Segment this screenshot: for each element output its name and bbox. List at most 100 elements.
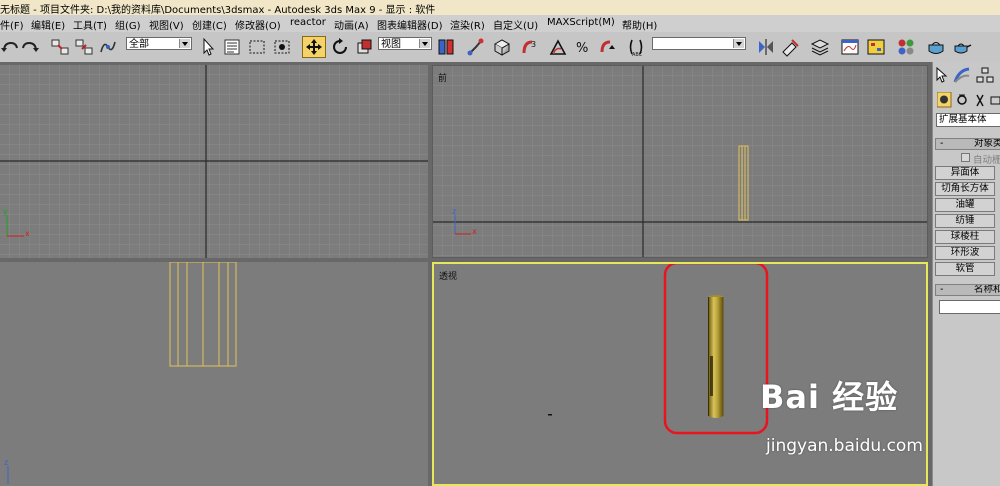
redo-icon[interactable]	[20, 37, 40, 57]
object-category-row	[937, 92, 1000, 108]
select-and-scale-icon[interactable]	[354, 37, 374, 57]
svg-text:3: 3	[531, 40, 536, 49]
keyboard-shortcut-override-icon[interactable]	[492, 37, 512, 57]
chevron-down-icon	[733, 39, 744, 48]
gengon-button[interactable]: 球棱柱	[935, 230, 995, 244]
menu-reactor[interactable]: reactor	[290, 17, 326, 28]
spinner-snap-icon[interactable]	[598, 37, 618, 57]
schematic-view-icon[interactable]	[866, 37, 886, 57]
axis-y-label: y	[3, 207, 8, 216]
reference-coord-value: 视图	[381, 39, 401, 50]
main-toolbar: 全部 视图 3 % ABC	[0, 32, 1000, 63]
reference-coord-dropdown[interactable]: 视图	[378, 37, 432, 50]
bind-space-warp-icon[interactable]	[98, 37, 118, 57]
menu-animation[interactable]: 动画(A)	[334, 17, 369, 32]
select-and-rotate-icon[interactable]	[330, 37, 350, 57]
axis-x-label: x	[472, 227, 477, 236]
menu-customize[interactable]: 自定义(U)	[493, 17, 538, 32]
category-dropdown[interactable]: 扩展基本体	[936, 113, 1000, 127]
menu-modifiers[interactable]: 修改器(O)	[235, 17, 281, 32]
angle-snap-icon[interactable]	[548, 37, 568, 57]
undo-icon[interactable]	[0, 37, 20, 57]
cameras-category-icon[interactable]	[990, 96, 1000, 105]
svg-text:ABC: ABC	[632, 52, 643, 57]
rectangular-selection-icon[interactable]	[247, 37, 267, 57]
menu-bar: 件(F) 编辑(E) 工具(T) 组(G) 视图(V) 创建(C) 修改器(O)…	[0, 15, 1000, 33]
select-and-link-icon[interactable]	[50, 37, 70, 57]
lights-category-icon[interactable]	[976, 94, 984, 107]
viewport-left[interactable]: z	[0, 262, 428, 486]
rollout-title: 名称和	[974, 284, 1000, 295]
chamfer-box-button[interactable]: 切角长方体	[935, 182, 995, 196]
rollout-collapse-icon: -	[940, 284, 944, 295]
ringwave-button[interactable]: 环形波	[935, 246, 995, 260]
viewport-front-label[interactable]: 前	[438, 71, 447, 84]
edit-named-selection-icon[interactable]: ABC	[626, 37, 646, 57]
use-pivot-center-icon[interactable]	[436, 37, 456, 57]
selection-filter-dropdown[interactable]: 全部	[126, 37, 192, 50]
curve-editor-icon[interactable]	[840, 37, 860, 57]
hierarchy-tab-icon[interactable]	[976, 67, 994, 83]
mirror-icon[interactable]	[756, 37, 776, 57]
spindle-button[interactable]: 纺锤	[935, 214, 995, 228]
viewport-top[interactable]: y x	[0, 65, 428, 258]
modify-tab-icon[interactable]	[953, 67, 970, 83]
unlink-selection-icon[interactable]	[74, 37, 94, 57]
axis-z-label: z	[452, 207, 457, 216]
axis-x-label: x	[25, 229, 30, 238]
menu-create[interactable]: 创建(C)	[192, 17, 227, 32]
tube-object	[708, 295, 724, 418]
pivot-marker	[548, 414, 552, 416]
layer-manager-icon[interactable]	[810, 37, 830, 57]
quick-render-icon[interactable]	[952, 37, 972, 57]
object-name-input[interactable]	[939, 300, 1000, 314]
menu-rendering[interactable]: 渲染(R)	[450, 17, 485, 32]
chevron-down-icon	[179, 39, 190, 48]
top-grid	[0, 65, 428, 258]
menu-help[interactable]: 帮助(H)	[622, 17, 657, 32]
select-and-move-button[interactable]	[302, 36, 326, 58]
category-value: 扩展基本体	[939, 114, 987, 125]
left-view-canvas	[0, 262, 428, 486]
move-arrows-icon	[306, 39, 322, 55]
front-grid	[433, 66, 927, 257]
select-and-manipulate-icon[interactable]	[466, 37, 486, 57]
baidu-jingyan-watermark: Bai 经验 jingyan.baidu.com	[760, 372, 980, 462]
panel-tabs	[936, 66, 994, 83]
material-editor-icon[interactable]	[896, 37, 916, 57]
rollout-collapse-icon: -	[940, 138, 944, 149]
name-color-rollout-header[interactable]: - 名称和	[935, 284, 1000, 296]
hedra-button[interactable]: 异面体	[935, 166, 995, 180]
menu-tools[interactable]: 工具(T)	[73, 17, 107, 32]
select-object-icon[interactable]	[198, 37, 218, 57]
hose-button[interactable]: 软管	[935, 262, 995, 276]
menu-group[interactable]: 组(G)	[115, 17, 141, 32]
window-crossing-icon[interactable]	[272, 37, 292, 57]
viewport-front[interactable]: 前 z x	[432, 65, 928, 258]
snaps-toggle-icon[interactable]: 3	[520, 37, 540, 57]
menu-graph-editors[interactable]: 图表编辑器(D)	[377, 17, 443, 32]
menu-file[interactable]: 件(F)	[0, 17, 24, 32]
chevron-down-icon	[419, 39, 430, 48]
align-icon[interactable]	[780, 37, 800, 57]
watermark-logo: Bai 经验	[760, 378, 899, 416]
percent-snap-icon[interactable]: %	[574, 37, 594, 57]
render-scene-icon[interactable]	[926, 37, 946, 57]
viewport-perspective-label[interactable]: 透视	[439, 269, 457, 282]
shapes-category-icon[interactable]	[957, 94, 967, 105]
selection-filter-value: 全部	[129, 39, 149, 50]
select-by-name-icon[interactable]	[222, 37, 242, 57]
auto-grid-label: 自动栅	[973, 155, 1000, 166]
menu-views[interactable]: 视图(V)	[149, 17, 184, 32]
named-selection-dropdown[interactable]	[652, 37, 746, 50]
auto-grid-checkbox[interactable]	[961, 153, 970, 162]
axis-z-label: z	[4, 458, 9, 467]
menu-maxscript[interactable]: MAXScript(M)	[547, 17, 615, 28]
svg-text:%: %	[576, 41, 588, 56]
object-type-rollout-header[interactable]: - 对象类	[935, 138, 1000, 150]
menu-edit[interactable]: 编辑(E)	[31, 17, 65, 32]
rollout-title: 对象类	[974, 138, 1000, 149]
create-tab-icon[interactable]	[936, 66, 948, 83]
window-title: 无标题 - 项目文件夹: D:\我的资料库\Documents\3dsmax -…	[0, 5, 436, 15]
oil-tank-button[interactable]: 油罐	[935, 198, 995, 212]
